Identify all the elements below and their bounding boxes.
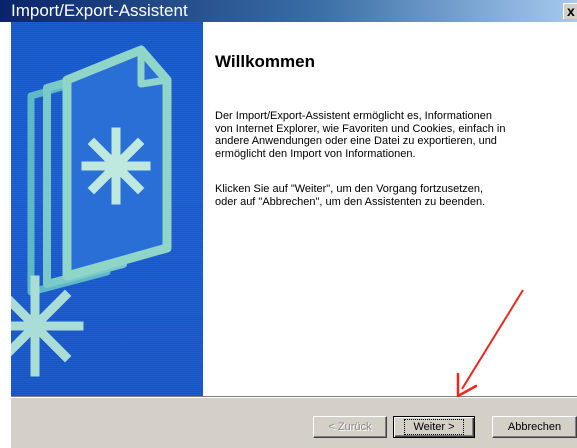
instructions-paragraph: Klicken Sie auf "Weiter", um den Vorgang… [215, 183, 486, 208]
cancel-button[interactable]: Abbrechen [492, 416, 577, 438]
close-button[interactable]: x [563, 3, 577, 19]
close-icon: x [567, 3, 575, 19]
button-bar: < Zurück Weiter > Abbrechen [11, 396, 577, 448]
title-bar[interactable]: Import/Export-Assistent x [0, 0, 577, 22]
asterisk-icon [81, 127, 151, 205]
page-title: Willkommen [215, 52, 315, 71]
wizard-side-banner [11, 22, 203, 396]
back-button[interactable]: < Zurück [313, 416, 387, 438]
wizard-content: Willkommen Der Import/Export-Assistent e… [203, 22, 577, 396]
window-title: Import/Export-Assistent [11, 1, 188, 20]
next-button[interactable]: Weiter > [393, 416, 475, 438]
import-export-wizard-window: Import/Export-Assistent x Willkommen Der… [0, 0, 577, 448]
intro-paragraph: Der Import/Export-Assistent ermöglicht e… [215, 110, 506, 160]
documents-icon [11, 45, 172, 377]
next-button-label: Weiter > [404, 419, 464, 435]
